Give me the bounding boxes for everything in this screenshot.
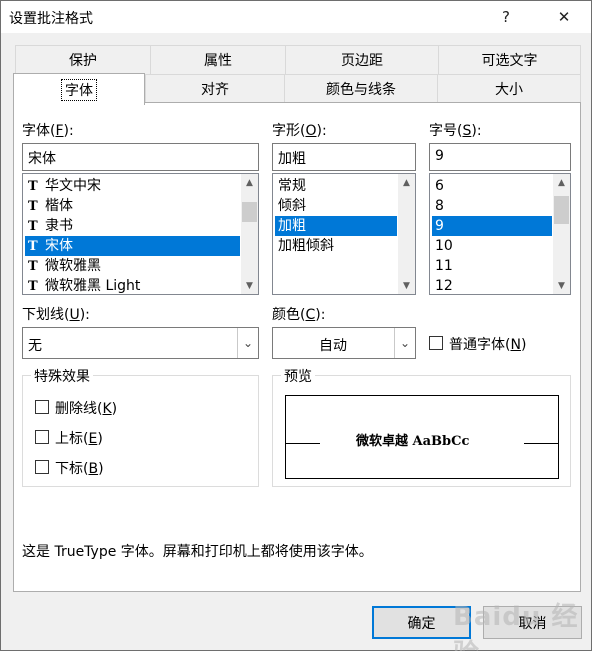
- scroll-thumb[interactable]: [554, 196, 569, 224]
- list-item[interactable]: 加粗倾斜: [275, 236, 397, 256]
- truetype-icon: T: [28, 239, 38, 254]
- style-input[interactable]: 加粗: [272, 143, 416, 171]
- style-label: 字形(O):: [272, 123, 327, 139]
- style-list-scrollbar[interactable]: ▲ ▼: [398, 174, 415, 294]
- scroll-up-icon[interactable]: ▲: [398, 174, 415, 191]
- list-item[interactable]: T 微软雅黑 Light: [25, 276, 240, 294]
- list-item[interactable]: T 微软雅黑: [25, 256, 240, 276]
- list-item-selected[interactable]: 9: [432, 216, 552, 236]
- chevron-down-icon[interactable]: ⌄: [237, 328, 258, 358]
- scroll-up-icon[interactable]: ▲: [241, 174, 258, 191]
- tab-label: 页边距: [341, 53, 383, 69]
- underline-dropdown[interactable]: 无 ⌄: [22, 327, 259, 359]
- strikethrough-label[interactable]: 删除线(K): [55, 398, 117, 418]
- scroll-down-icon[interactable]: ▼: [398, 277, 415, 294]
- tab-margins[interactable]: 页边距: [285, 45, 439, 75]
- preview-title: 预览: [281, 366, 315, 386]
- color-value: 自动: [319, 338, 347, 354]
- scroll-thumb[interactable]: [242, 202, 257, 222]
- scroll-down-icon[interactable]: ▼: [553, 277, 570, 294]
- font-info-text: 这是 TrueType 字体。屏幕和打印机上都将使用该字体。: [22, 544, 373, 560]
- title-bar: 设置批注格式 ? ✕: [1, 1, 591, 33]
- normal-font-checkbox[interactable]: [429, 336, 443, 350]
- font-input[interactable]: 宋体: [22, 143, 259, 171]
- preview-box: 微软卓越 AaBbCc: [285, 395, 559, 479]
- tab-properties[interactable]: 属性: [150, 45, 286, 75]
- size-input[interactable]: 9: [429, 143, 571, 171]
- truetype-icon: T: [28, 199, 38, 214]
- tab-protection[interactable]: 保护: [15, 45, 151, 75]
- list-item[interactable]: 倾斜: [275, 196, 397, 216]
- subscript-checkbox[interactable]: [35, 460, 49, 474]
- font-list-scrollbar[interactable]: ▲ ▼: [241, 174, 258, 294]
- format-comment-dialog: 设置批注格式 ? ✕ 保护 属性 页边距 可选文字 字体 对齐 颜色与线条 大小…: [0, 0, 592, 651]
- normal-font-label[interactable]: 普通字体(N): [449, 334, 526, 354]
- list-item[interactable]: 常规: [275, 176, 397, 196]
- tab-label: 属性: [204, 53, 232, 69]
- tab-label: 字体: [61, 78, 97, 101]
- tab-label: 大小: [495, 82, 523, 98]
- subscript-label[interactable]: 下标(B): [55, 458, 104, 478]
- scroll-up-icon[interactable]: ▲: [553, 174, 570, 191]
- list-item[interactable]: 6: [432, 176, 552, 196]
- chevron-down-icon[interactable]: ⌄: [394, 328, 415, 358]
- tab-alignment[interactable]: 对齐: [145, 74, 285, 104]
- truetype-icon: T: [28, 279, 38, 294]
- underline-value: 无: [28, 338, 42, 354]
- size-list[interactable]: 6 8 9 10 11 12 ▲ ▼: [429, 173, 571, 295]
- tab-colors-lines[interactable]: 颜色与线条: [284, 74, 438, 104]
- tab-label: 对齐: [201, 82, 229, 98]
- preview-baseline-right: [524, 443, 558, 444]
- truetype-icon: T: [28, 179, 38, 194]
- tab-label: 保护: [69, 53, 97, 69]
- preview-baseline-left: [286, 443, 320, 444]
- scroll-down-icon[interactable]: ▼: [241, 277, 258, 294]
- help-button[interactable]: ?: [483, 1, 529, 33]
- font-label: 字体(F):: [22, 123, 74, 139]
- preview-sample-text: 微软卓越 AaBbCc: [356, 434, 470, 449]
- list-item[interactable]: 10: [432, 236, 552, 256]
- truetype-icon: T: [28, 259, 38, 274]
- list-item[interactable]: 8: [432, 196, 552, 216]
- tab-strip: 保护 属性 页边距 可选文字 字体 对齐 颜色与线条 大小: [13, 45, 581, 105]
- close-icon: ✕: [557, 8, 571, 26]
- list-item[interactable]: T 华文中宋: [25, 176, 240, 196]
- style-list[interactable]: 常规 倾斜 加粗 加粗倾斜 ▲ ▼: [272, 173, 416, 295]
- dialog-title: 设置批注格式: [9, 11, 93, 27]
- superscript-checkbox[interactable]: [35, 430, 49, 444]
- size-label: 字号(S):: [429, 123, 482, 139]
- underline-label: 下划线(U):: [22, 307, 90, 323]
- list-item-selected[interactable]: T 宋体: [25, 236, 240, 256]
- list-item[interactable]: 12: [432, 276, 552, 294]
- superscript-label[interactable]: 上标(E): [55, 428, 103, 448]
- list-item-selected[interactable]: 加粗: [275, 216, 397, 236]
- list-item[interactable]: T 楷体: [25, 196, 240, 216]
- font-list[interactable]: T 华文中宋 T 楷体 T 隶书 T 宋体 T 微软雅黑 T 微软雅黑 Light ▲ ▼: [22, 173, 259, 295]
- help-icon: ?: [502, 8, 510, 26]
- size-list-scrollbar[interactable]: ▲ ▼: [553, 174, 570, 294]
- truetype-icon: T: [28, 219, 38, 234]
- close-button[interactable]: ✕: [541, 1, 587, 33]
- watermark: Baidu 经验: [453, 602, 579, 651]
- effects-title: 特殊效果: [31, 366, 93, 386]
- tab-size[interactable]: 大小: [437, 74, 581, 104]
- strikethrough-checkbox[interactable]: [35, 400, 49, 414]
- tab-alt-text[interactable]: 可选文字: [438, 45, 581, 75]
- tab-font[interactable]: 字体: [13, 73, 145, 105]
- color-label: 颜色(C):: [272, 307, 326, 323]
- color-dropdown[interactable]: 自动 ⌄: [272, 327, 416, 359]
- list-item[interactable]: 11: [432, 256, 552, 276]
- list-item[interactable]: T 隶书: [25, 216, 240, 236]
- tab-label: 颜色与线条: [326, 82, 396, 98]
- tab-label: 可选文字: [481, 53, 538, 69]
